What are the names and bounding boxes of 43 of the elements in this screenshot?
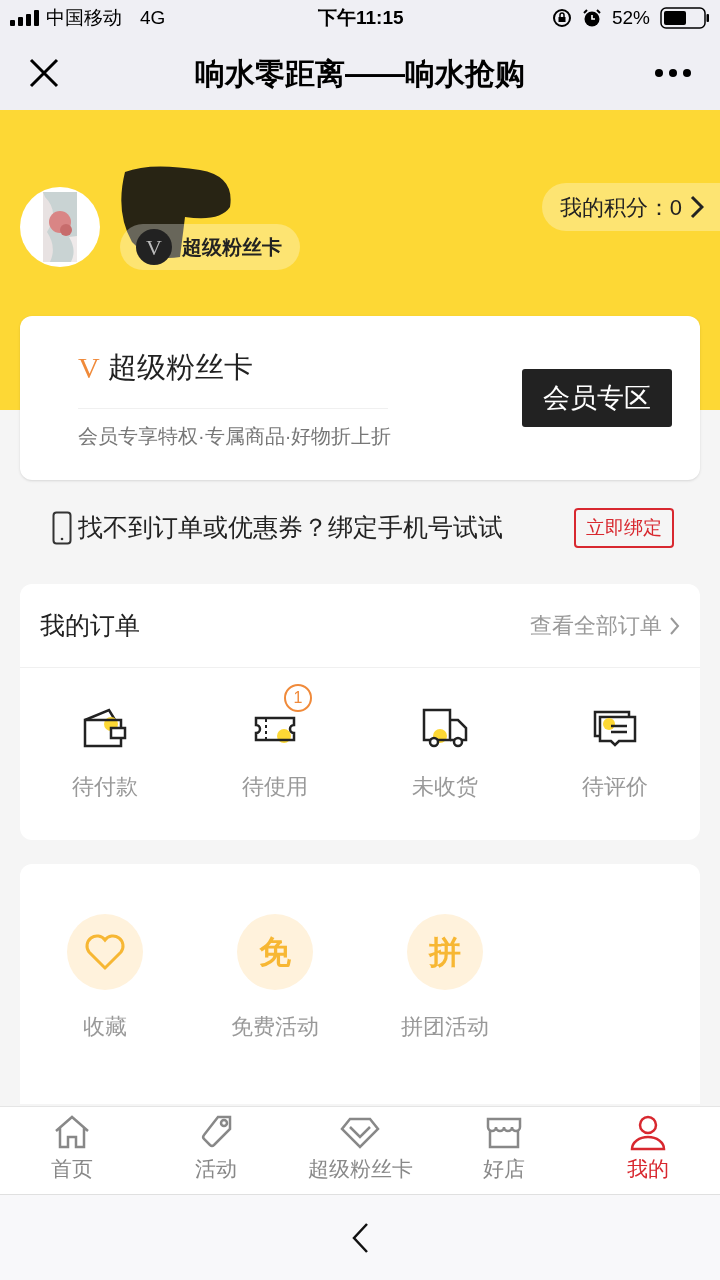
order-status-item[interactable]: 待评价 (530, 680, 700, 803)
battery-icon (660, 7, 710, 29)
carrier-text: 中国移动 (46, 5, 122, 30)
service-item[interactable]: 免 免费活动 (190, 914, 360, 1043)
v-mark: V (78, 350, 100, 386)
order-status-item[interactable]: 1 待使用 (190, 680, 360, 803)
phone-icon (52, 511, 72, 545)
truck-icon (420, 706, 470, 750)
more-icon[interactable] (654, 68, 692, 78)
tab-item[interactable]: 好店 (432, 1107, 576, 1194)
close-icon[interactable] (28, 57, 60, 89)
person-icon (628, 1113, 668, 1151)
orders-title: 我的订单 (40, 609, 140, 641)
service-icon: 免 (237, 914, 313, 990)
count-badge: 1 (284, 684, 312, 712)
page-title: 响水零距离——响水抢购 (195, 55, 525, 92)
card-title: 超级粉丝卡 (107, 349, 253, 385)
order-status-item[interactable]: 未收货 (360, 680, 530, 803)
tab-item[interactable]: 超级粉丝卡 (288, 1107, 432, 1194)
service-item[interactable]: 收藏 (20, 914, 190, 1043)
chevron-right-icon (690, 195, 704, 219)
tab-item[interactable]: 首页 (0, 1107, 144, 1194)
membership-badge[interactable]: V 超级粉丝卡 (120, 224, 300, 270)
service-item[interactable]: 拼 拼团活动 (360, 914, 530, 1043)
rotation-lock-icon (551, 8, 572, 28)
points-button[interactable]: 我的积分：0 (541, 183, 720, 231)
battery-percent: 52% (611, 5, 650, 30)
member-zone-button[interactable]: 会员专区 (522, 369, 672, 427)
back-icon[interactable] (351, 1221, 369, 1254)
tab-item[interactable]: 我的 (576, 1107, 720, 1194)
bind-now-button[interactable]: 立即绑定 (574, 508, 674, 548)
time-text: 下午11:15 (318, 5, 404, 30)
view-all-orders-link[interactable]: 查看全部订单 (530, 609, 680, 642)
order-status-item[interactable]: 待付款 (20, 680, 190, 803)
signal-icon (10, 10, 40, 26)
service-icon: 拼 (407, 914, 483, 990)
alarm-icon (581, 8, 602, 28)
bind-prompt-text: 找不到订单或优惠券？绑定手机号试试 (78, 512, 503, 544)
card-subtitle: 会员专享特权·专属商品·好物折上折 (78, 424, 392, 449)
chevron-right-icon (670, 615, 680, 636)
tab-item[interactable]: 活动 (144, 1107, 288, 1194)
wallet-icon (81, 706, 129, 750)
network-text: 4G (140, 5, 166, 30)
